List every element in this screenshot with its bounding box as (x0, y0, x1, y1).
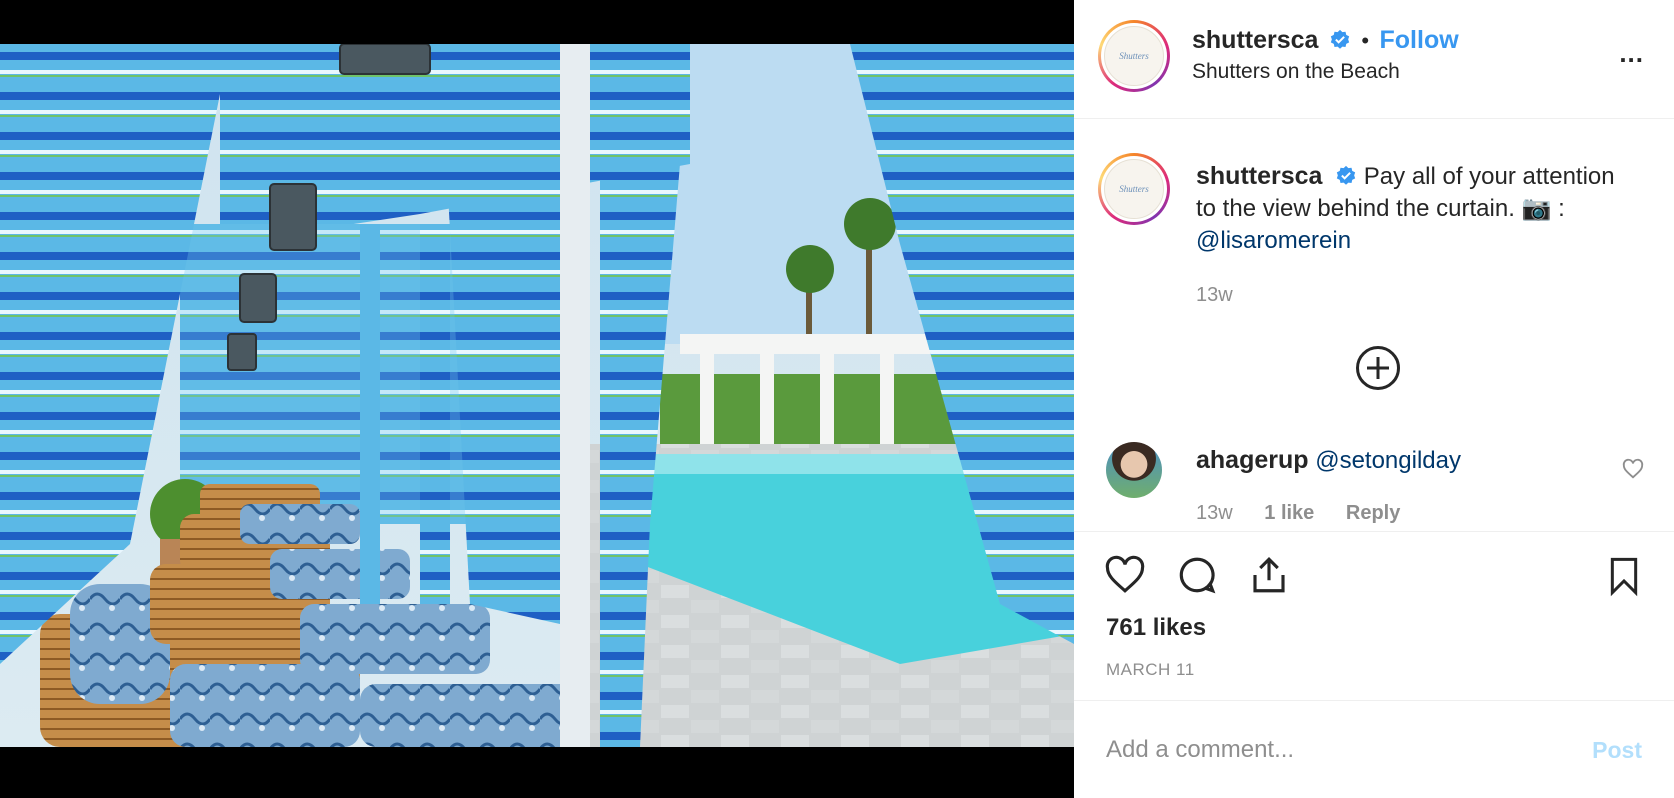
profile-avatar[interactable]: Shutters (1098, 20, 1170, 92)
post-date[interactable]: MARCH 11 (1106, 660, 1195, 680)
header-line: shuttersca • Follow (1192, 26, 1459, 55)
avatar-logo: Shutters (1104, 159, 1164, 219)
verified-badge-icon (1336, 165, 1356, 185)
action-bar (1104, 550, 1644, 600)
commenter-avatar[interactable] (1106, 442, 1162, 498)
comment-mention[interactable]: @setongilday (1315, 447, 1461, 474)
header-separator: • (1361, 28, 1370, 53)
comment-username[interactable]: ahagerup (1196, 446, 1309, 474)
reply-button[interactable]: Reply (1346, 502, 1400, 524)
verified-badge-icon (1330, 29, 1350, 49)
caption-time[interactable]: 13w (1196, 284, 1233, 307)
comment-meta: 13w 1 like Reply (1196, 502, 1426, 525)
cabana-pool-photo (0, 44, 1074, 747)
follow-button[interactable]: Follow (1380, 26, 1459, 54)
add-comment-bar: Post (1074, 700, 1674, 798)
comment-likes[interactable]: 1 like (1264, 502, 1314, 524)
likes-count[interactable]: 761 likes (1106, 614, 1206, 642)
comment-time[interactable]: 13w (1196, 502, 1233, 524)
avatar-logo: Shutters (1104, 26, 1164, 86)
post-button[interactable]: Post (1592, 737, 1642, 764)
post-header: Shutters shuttersca • Follow Shutters on… (1074, 0, 1674, 119)
caption-avatar[interactable]: Shutters (1098, 153, 1170, 225)
post-photo[interactable] (0, 44, 1074, 747)
comment-heart-icon[interactable] (1622, 458, 1644, 480)
comment-input[interactable] (1106, 731, 1546, 769)
post-panel: Shutters shuttersca • Follow Shutters on… (1074, 0, 1674, 798)
caption-text: shuttersca Pay all of your attention to … (1196, 160, 1626, 257)
comment-icon[interactable] (1176, 554, 1218, 596)
caption-username[interactable]: shuttersca (1196, 162, 1322, 190)
comment-text: ahagerup @setongilday (1196, 446, 1461, 475)
heart-icon[interactable] (1104, 554, 1146, 596)
share-icon[interactable] (1248, 554, 1290, 596)
location-link[interactable]: Shutters on the Beach (1192, 60, 1400, 84)
post-media (0, 0, 1074, 798)
bookmark-icon[interactable] (1604, 554, 1644, 598)
plus-circle-icon[interactable] (1356, 346, 1400, 390)
caption-mention[interactable]: @lisaromerein (1196, 227, 1351, 254)
more-icon[interactable]: ... (1619, 38, 1644, 69)
header-username[interactable]: shuttersca (1192, 26, 1318, 54)
